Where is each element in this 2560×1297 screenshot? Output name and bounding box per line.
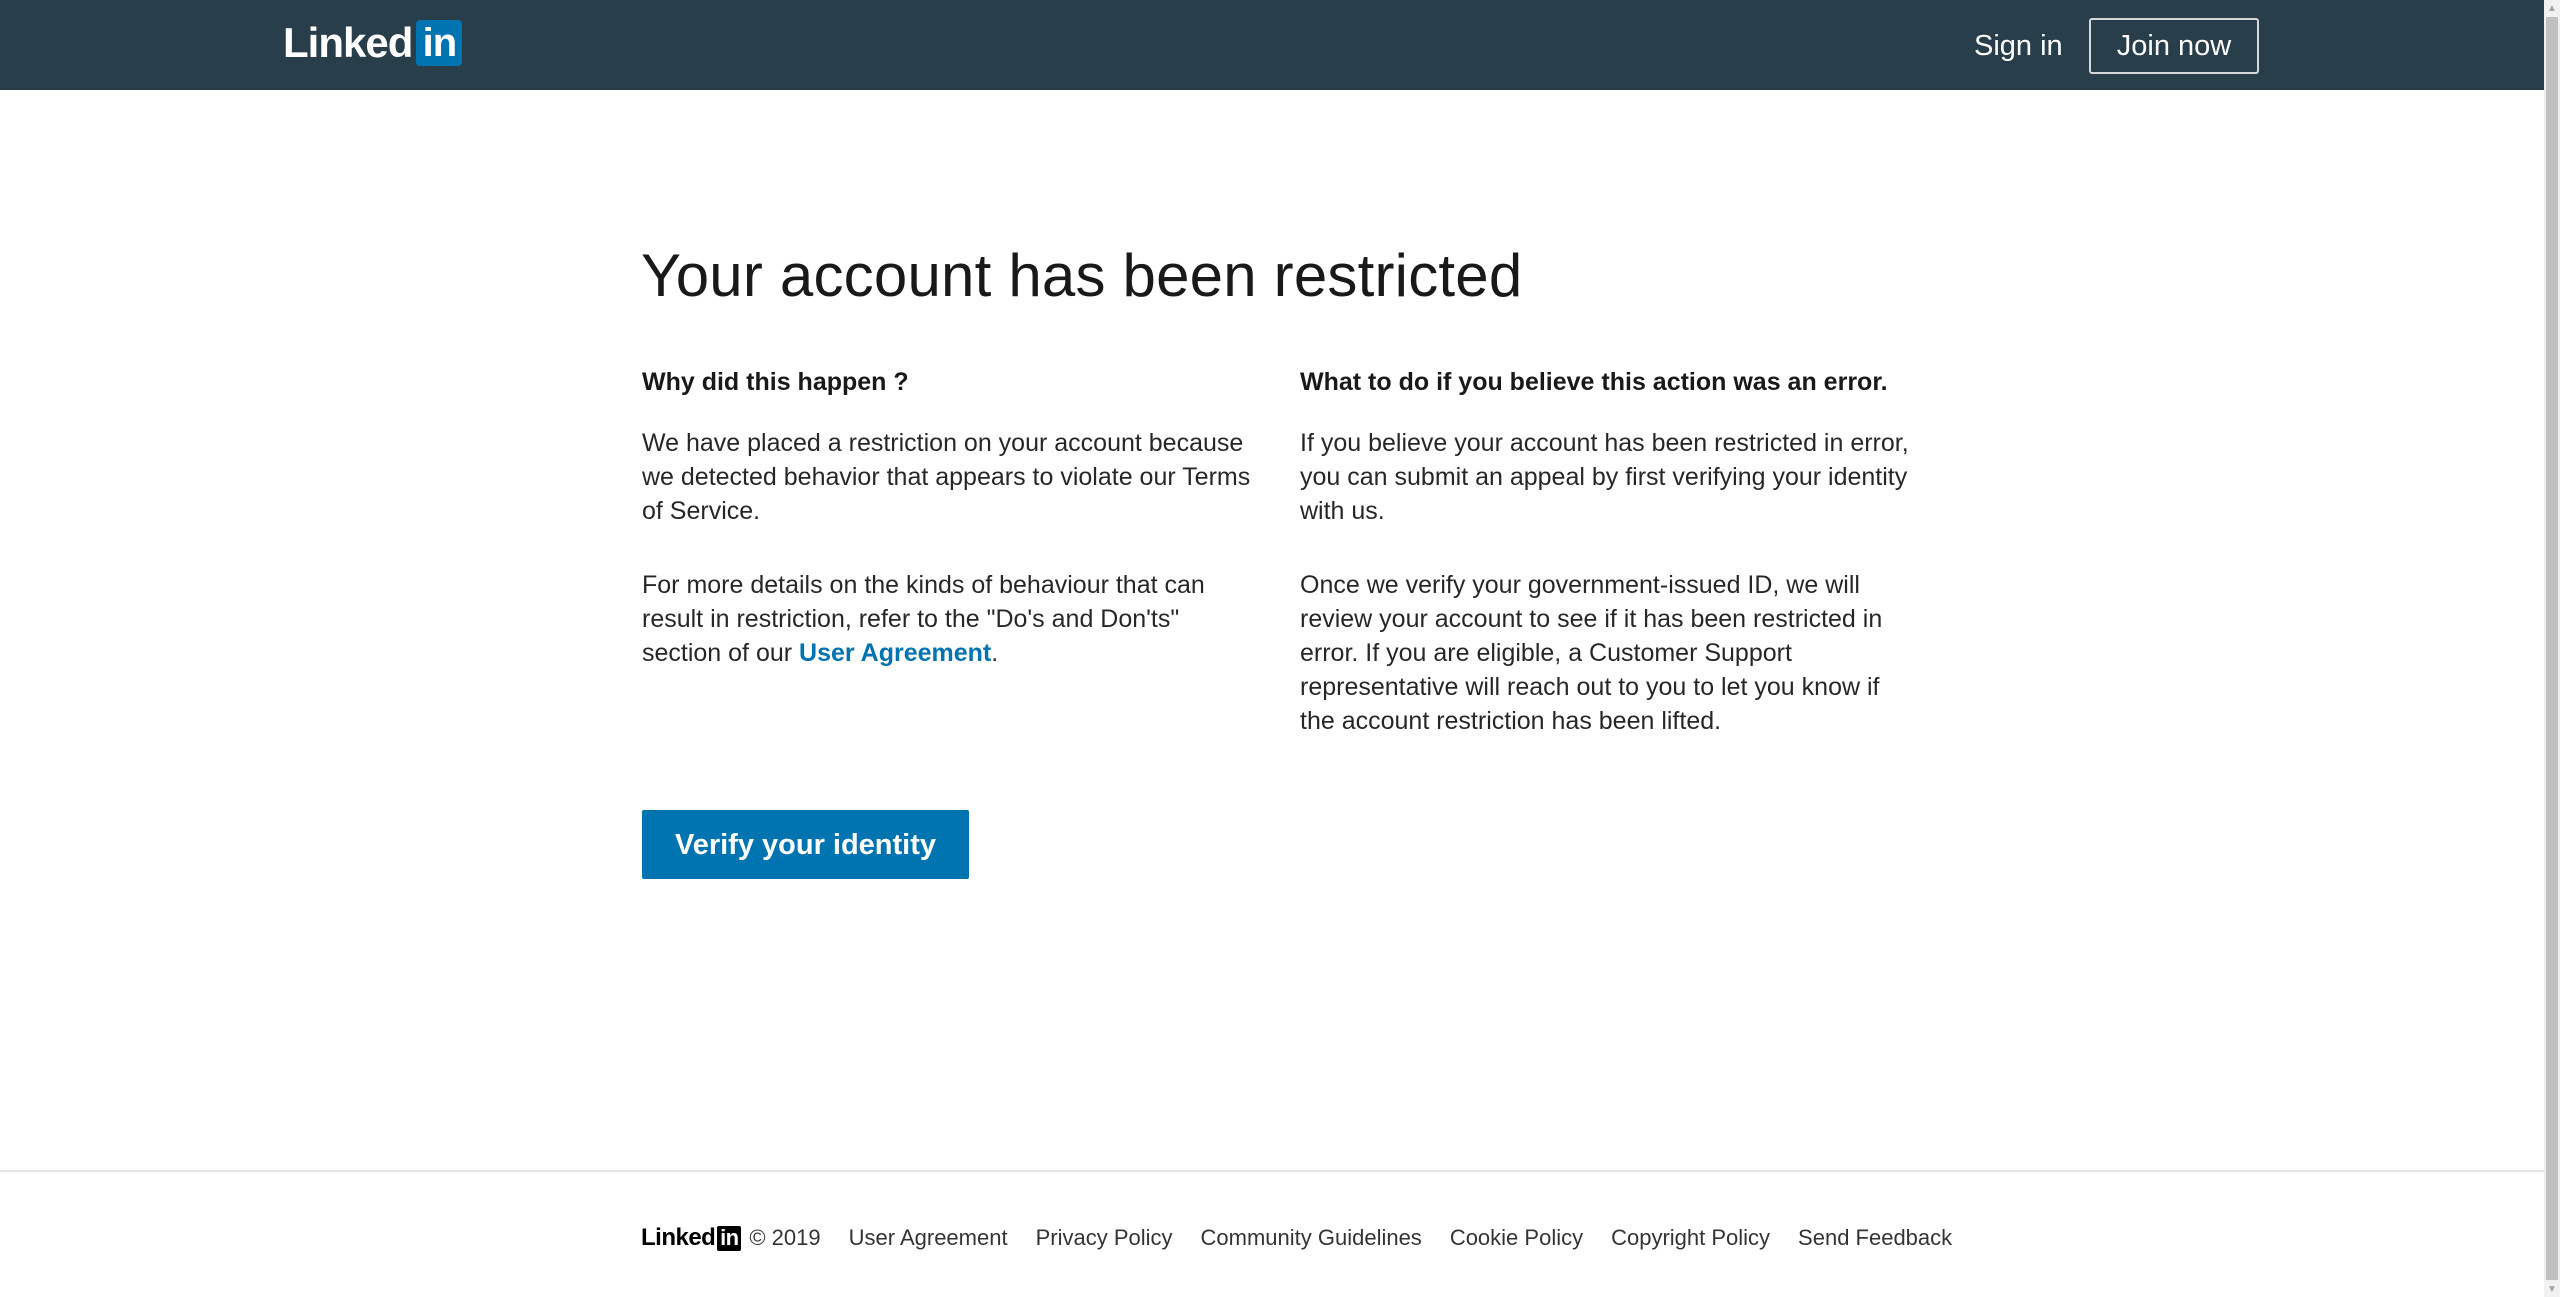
footer-link-user-agreement[interactable]: User Agreement bbox=[849, 1225, 1008, 1251]
why-paragraph-2-suffix: . bbox=[991, 639, 999, 667]
footer: Linked in © 2019 User Agreement Privacy … bbox=[641, 1220, 1980, 1256]
why-paragraph-1: We have placed a restriction on your acc… bbox=[642, 429, 1251, 525]
appeal-section: What to do if you believe this action wa… bbox=[1300, 362, 1920, 778]
why-heading: Why did this happen ? bbox=[642, 368, 909, 396]
linkedin-in-icon: in bbox=[416, 20, 463, 66]
scroll-down-arrow-icon[interactable]: ▼ bbox=[2544, 1281, 2560, 1297]
footer-link-send-feedback[interactable]: Send Feedback bbox=[1798, 1225, 1952, 1251]
user-agreement-link[interactable]: User Agreement bbox=[799, 639, 991, 667]
page-title: Your account has been restricted bbox=[641, 242, 1523, 309]
scrollbar-thumb[interactable] bbox=[2546, 17, 2558, 1280]
footer-divider bbox=[0, 1170, 2544, 1172]
verify-identity-button[interactable]: Verify your identity bbox=[642, 810, 969, 879]
appeal-paragraph-1: If you believe your account has been res… bbox=[1300, 429, 1909, 525]
vertical-scrollbar[interactable]: ▲ ▼ bbox=[2544, 0, 2560, 1297]
logo-wordmark: Linked bbox=[283, 19, 413, 66]
footer-linkedin-in-icon: in bbox=[717, 1225, 742, 1251]
footer-linkedin-logo: Linked in bbox=[641, 1224, 742, 1252]
top-nav: Linked in Sign in Join now bbox=[0, 0, 2544, 90]
why-section: Why did this happen ? We have placed a r… bbox=[642, 362, 1252, 710]
why-paragraph-2: For more details on the kinds of behavio… bbox=[642, 568, 1252, 670]
footer-link-community-guidelines[interactable]: Community Guidelines bbox=[1201, 1225, 1422, 1251]
footer-link-privacy-policy[interactable]: Privacy Policy bbox=[1036, 1225, 1173, 1251]
page: Linked in Sign in Join now Your account … bbox=[0, 0, 2544, 1297]
footer-logo-wordmark: Linked bbox=[641, 1224, 716, 1251]
sign-in-link[interactable]: Sign in bbox=[1974, 26, 2063, 66]
appeal-heading: What to do if you believe this action wa… bbox=[1300, 368, 1888, 396]
footer-link-copyright-policy[interactable]: Copyright Policy bbox=[1611, 1225, 1770, 1251]
copyright: © 2019 bbox=[749, 1225, 821, 1250]
linkedin-logo[interactable]: Linked in bbox=[283, 19, 463, 66]
join-now-button[interactable]: Join now bbox=[2089, 18, 2259, 74]
scroll-up-arrow-icon[interactable]: ▲ bbox=[2544, 0, 2560, 16]
footer-link-cookie-policy[interactable]: Cookie Policy bbox=[1450, 1225, 1583, 1251]
appeal-paragraph-2: Once we verify your government-issued ID… bbox=[1300, 571, 1883, 735]
